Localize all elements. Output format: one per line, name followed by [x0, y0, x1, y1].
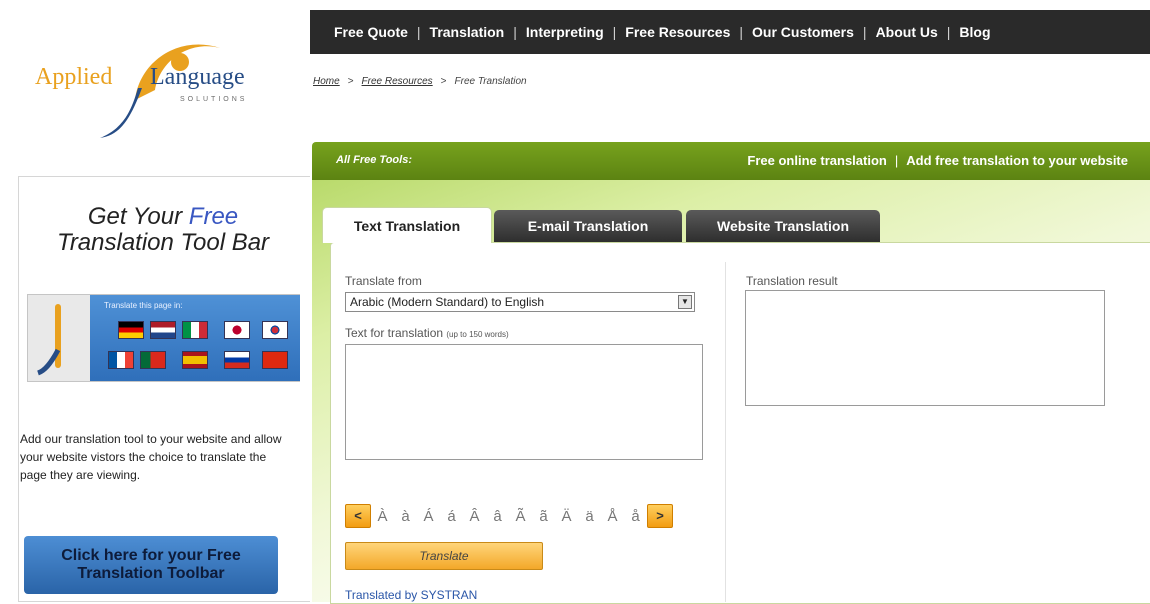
- column-divider: [725, 262, 726, 602]
- special-characters-row: < À à Á á Â â Ã ã Ä ä Å å >: [345, 503, 673, 529]
- translation-result-area: [745, 290, 1105, 406]
- nav-separator: |: [739, 24, 743, 40]
- char-button[interactable]: ã: [532, 508, 555, 525]
- breadcrumb: Home > Free Resources > Free Translation: [313, 76, 527, 87]
- free-tools-label: All Free Tools:: [336, 154, 412, 166]
- char-button[interactable]: Ã: [509, 508, 532, 525]
- char-button[interactable]: à: [394, 508, 417, 525]
- nav-separator: |: [862, 24, 867, 40]
- logo-word-language: Language: [150, 64, 245, 90]
- nav-separator: |: [612, 24, 617, 40]
- systran-credit-link[interactable]: Translated by SYSTRAN: [345, 588, 477, 602]
- text-label: Text for translation: [345, 326, 444, 340]
- flag-germany-icon: [118, 321, 144, 339]
- promo-title-pre: Get Your: [87, 203, 183, 230]
- flag-france-icon: [108, 351, 134, 369]
- toolbar-caption: Translate this page in:: [104, 301, 183, 310]
- flag-spain-icon: [182, 351, 208, 369]
- free-tools-bar: All Free Tools: Free online translation |…: [312, 142, 1150, 180]
- flag-russia-icon: [224, 351, 250, 369]
- text-hint: (up to 150 words): [446, 330, 509, 339]
- nav-translation[interactable]: Translation: [430, 24, 505, 40]
- translate-from-label: Translate from: [345, 274, 422, 288]
- breadcrumb-free-resources[interactable]: Free Resources: [362, 76, 433, 87]
- translation-result-label: Translation result: [746, 274, 838, 288]
- nav-free-resources[interactable]: Free Resources: [625, 24, 730, 40]
- char-button[interactable]: â: [486, 508, 509, 525]
- flag-portugal-icon: [140, 351, 166, 369]
- char-button[interactable]: Á: [417, 508, 440, 525]
- char-button[interactable]: À: [371, 508, 394, 525]
- nav-blog[interactable]: Blog: [959, 24, 990, 40]
- tab-website-translation[interactable]: Website Translation: [686, 210, 880, 242]
- nav-separator: |: [513, 24, 517, 40]
- flag-japan-icon: [224, 321, 250, 339]
- flag-china-icon: [262, 351, 288, 369]
- nav-separator: |: [946, 24, 951, 40]
- chars-prev-button[interactable]: <: [345, 504, 371, 528]
- top-navigation: Free Quote | Translation | Interpreting | F…: [310, 10, 1150, 54]
- char-button[interactable]: Å: [601, 508, 624, 525]
- promo-title-post: Translation Tool Bar: [56, 229, 270, 256]
- language-pair-select[interactable]: Arabic (Modern Standard) to English ▼: [345, 292, 695, 312]
- chars-next-button[interactable]: >: [647, 504, 673, 528]
- link-add-translation-to-website[interactable]: Add free translation to your website: [906, 153, 1128, 168]
- breadcrumb-separator: >: [347, 76, 354, 87]
- nav-separator: |: [416, 24, 421, 40]
- promo-title: Get Your Free Translation Tool Bar: [18, 204, 308, 256]
- text-for-translation-label: Text for translation (up to 150 words): [345, 326, 509, 340]
- toolbar-preview-image: Translate this page in:: [27, 294, 300, 382]
- char-button[interactable]: Ä: [555, 508, 578, 525]
- promo-description: Add our translation tool to your website…: [20, 432, 282, 482]
- link-free-online-translation[interactable]: Free online translation: [747, 153, 886, 168]
- site-logo[interactable]: Applied Language SOLUTIONS: [30, 30, 290, 140]
- nav-our-customers[interactable]: Our Customers: [752, 24, 854, 40]
- flag-korea-icon: [262, 321, 288, 339]
- breadcrumb-separator: >: [440, 76, 447, 87]
- language-pair-value: Arabic (Modern Standard) to English: [350, 295, 545, 309]
- flag-italy-icon: [182, 321, 208, 339]
- breadcrumb-current: Free Translation: [454, 76, 527, 87]
- links-separator: |: [894, 153, 899, 168]
- tab-text-translation[interactable]: Text Translation: [322, 207, 492, 243]
- nav-interpreting[interactable]: Interpreting: [526, 24, 604, 40]
- translate-button[interactable]: Translate: [345, 542, 543, 570]
- logo-word-applied: Applied: [35, 64, 113, 90]
- promo-title-free: Free: [188, 203, 239, 230]
- nav-free-quote[interactable]: Free Quote: [334, 24, 408, 40]
- nav-about-us[interactable]: About Us: [876, 24, 938, 40]
- source-text-area[interactable]: [345, 344, 703, 460]
- dropdown-arrow-icon[interactable]: ▼: [678, 295, 692, 309]
- char-button[interactable]: ä: [578, 508, 601, 525]
- char-button[interactable]: Â: [463, 508, 486, 525]
- breadcrumb-home[interactable]: Home: [313, 76, 340, 87]
- get-toolbar-button[interactable]: Click here for your Free Translation Too…: [24, 536, 278, 594]
- toolbar-logo-icon: [37, 304, 61, 376]
- free-tools-links: Free online translation | Add free transla…: [747, 153, 1128, 168]
- logo-tagline: SOLUTIONS: [180, 96, 248, 103]
- char-button[interactable]: á: [440, 508, 463, 525]
- flag-netherlands-icon: [150, 321, 176, 339]
- tab-email-translation[interactable]: E-mail Translation: [494, 210, 682, 242]
- char-button[interactable]: å: [624, 508, 647, 525]
